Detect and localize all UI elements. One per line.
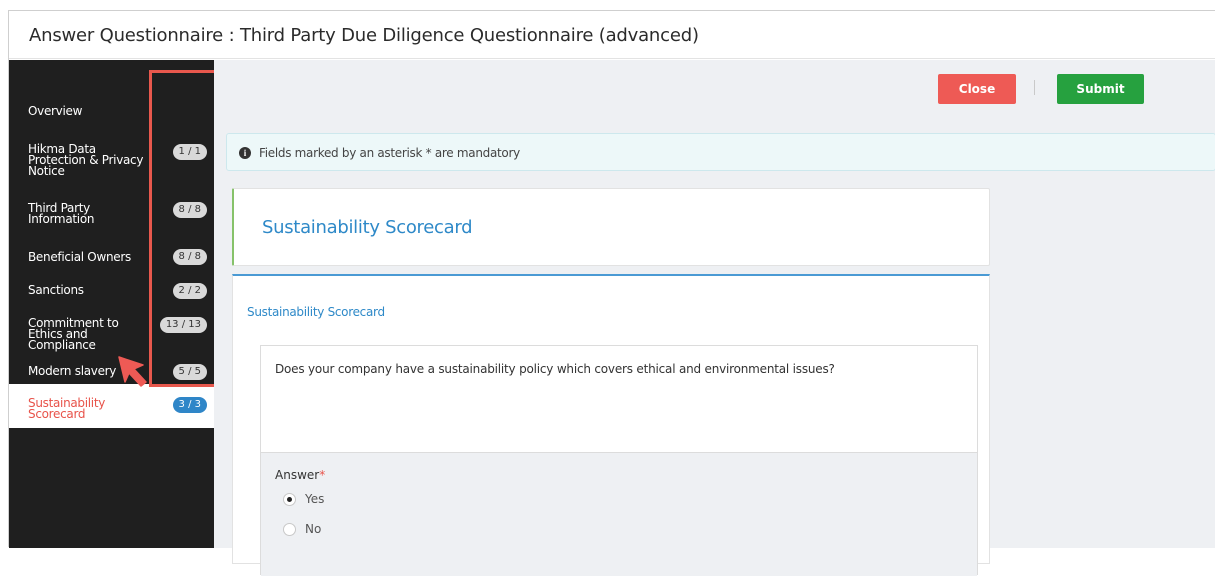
page-title: Answer Questionnaire : Third Party Due D… xyxy=(29,25,699,46)
sidebar-item-modern-slavery[interactable]: Modern slavery 5 / 5 xyxy=(9,354,214,384)
sidebar-item-overview[interactable]: Overview xyxy=(9,96,214,128)
required-asterisk: * xyxy=(319,468,326,482)
sidebar-item-label: Overview xyxy=(28,104,83,118)
mandatory-info-banner: i Fields marked by an asterisk * are man… xyxy=(226,133,1215,171)
question-box: Does your company have a sustainability … xyxy=(260,345,978,576)
title-bar: Answer Questionnaire : Third Party Due D… xyxy=(9,11,1215,59)
section-title: Sustainability Scorecard xyxy=(262,217,473,238)
sidebar-item-sanctions[interactable]: Sanctions 2 / 2 xyxy=(9,274,214,304)
answer-area: Answer* Yes No xyxy=(261,452,977,576)
card-title: Sustainability Scorecard xyxy=(247,305,385,319)
section-header: Sustainability Scorecard xyxy=(232,188,990,266)
progress-badge: 5 / 5 xyxy=(172,364,207,380)
radio-button[interactable] xyxy=(283,523,296,536)
app-window: Answer Questionnaire : Third Party Due D… xyxy=(8,10,1215,576)
cursor-arrow-icon xyxy=(118,356,147,387)
radio-label: Yes xyxy=(305,492,325,506)
radio-label: No xyxy=(305,522,322,536)
sidebar-item-label: Hikma Data Protection & Privacy Notice xyxy=(28,142,144,178)
sidebar-item-label: Sustainability Scorecard xyxy=(28,396,106,421)
info-text: Fields marked by an asterisk * are manda… xyxy=(259,146,520,160)
info-icon: i xyxy=(239,147,251,159)
sidebar-item-sustainability-scorecard[interactable]: Sustainability Scorecard 3 / 3 xyxy=(9,384,214,428)
question-card: Sustainability Scorecard Does your compa… xyxy=(232,274,990,576)
sidebar-item-label: Beneficial Owners xyxy=(28,250,131,264)
submit-button[interactable]: Submit xyxy=(1057,74,1144,104)
progress-badge: 1 / 1 xyxy=(172,144,207,160)
sidebar-item-third-party-information[interactable]: Third Party Information 8 / 8 xyxy=(9,190,214,228)
sidebar-item-data-protection[interactable]: Hikma Data Protection & Privacy Notice 1… xyxy=(9,132,214,178)
sidebar: Overview Hikma Data Protection & Privacy… xyxy=(9,60,214,548)
sidebar-item-label: Third Party Information xyxy=(28,201,95,226)
sidebar-item-label: Commitment to Ethics and Compliance xyxy=(28,316,119,352)
progress-badge: 3 / 3 xyxy=(172,397,207,413)
toolbar-divider xyxy=(1034,80,1035,95)
close-button[interactable]: Close xyxy=(938,74,1016,104)
sidebar-item-beneficial-owners[interactable]: Beneficial Owners 8 / 8 xyxy=(9,240,214,270)
progress-badge: 8 / 8 xyxy=(172,249,207,265)
answer-label: Answer* xyxy=(275,468,326,482)
sidebar-item-ethics-compliance[interactable]: Commitment to Ethics and Compliance 13 /… xyxy=(9,304,214,351)
question-text: Does your company have a sustainability … xyxy=(275,362,835,376)
progress-badge: 13 / 13 xyxy=(159,317,207,333)
sidebar-item-label: Sanctions xyxy=(28,283,84,297)
progress-badge: 2 / 2 xyxy=(172,283,207,299)
main-content: Close Submit i Fields marked by an aster… xyxy=(214,60,1215,576)
progress-badge: 8 / 8 xyxy=(172,202,207,218)
radio-button[interactable] xyxy=(283,493,296,506)
